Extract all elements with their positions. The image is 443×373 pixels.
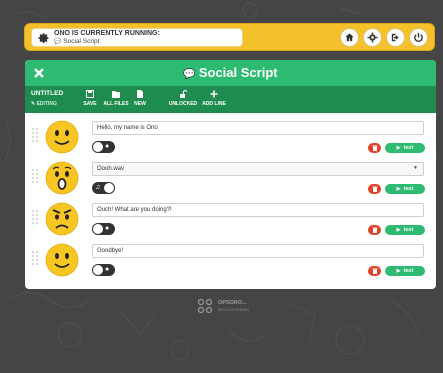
play-icon: ▶ <box>396 186 401 192</box>
folder-icon <box>112 91 120 98</box>
running-script-name: 💬 Social Script <box>54 38 99 45</box>
speech-sound-toggle[interactable]: ● <box>92 141 115 153</box>
page-title-text: Social Script <box>198 65 278 80</box>
logout-button[interactable] <box>386 28 405 47</box>
unlocked-icon <box>180 90 187 98</box>
test-line-button[interactable]: ▶ test <box>385 184 425 194</box>
speech-sound-toggle[interactable]: ● <box>92 264 115 276</box>
unlocked-label: UNLOCKED <box>168 101 198 107</box>
editing-indicator: ✎ EDITING <box>31 101 57 107</box>
delete-line-button[interactable] <box>368 266 381 276</box>
plus-icon <box>210 90 218 98</box>
happy-face-icon[interactable] <box>45 120 79 154</box>
test-label: test <box>403 145 414 151</box>
save-button[interactable]: SAVE <box>82 90 98 107</box>
test-label: test <box>403 227 414 233</box>
play-icon: ▶ <box>396 227 401 233</box>
running-script-label: Social Script <box>63 38 100 45</box>
unlocked-button[interactable]: UNLOCKED <box>168 90 198 107</box>
angry-face-icon[interactable] <box>45 202 79 236</box>
delete-line-button[interactable] <box>368 143 381 153</box>
happy-face-icon[interactable] <box>45 243 79 277</box>
toggle-knob <box>104 183 114 193</box>
drag-handle-icon[interactable] <box>31 168 39 186</box>
delete-line-button[interactable] <box>368 184 381 194</box>
add-line-button[interactable]: ADD LINE <box>202 90 226 107</box>
power-button[interactable] <box>409 28 428 47</box>
new-file-icon <box>137 90 143 98</box>
toggle-knob <box>93 224 103 234</box>
panel-header: 💬 Social Script <box>25 60 436 86</box>
trash-icon <box>372 227 377 233</box>
running-script-indicator[interactable]: ONO IS CURRENTLY RUNNING: 💬 Social Scrip… <box>31 28 243 47</box>
page-title: 💬 Social Script <box>25 65 436 80</box>
new-button[interactable]: NEW <box>133 90 147 107</box>
test-line-button[interactable]: ▶ test <box>385 266 425 276</box>
editing-label: EDITING <box>36 101 57 107</box>
status-bar: ONO IS CURRENTLY RUNNING: 💬 Social Scrip… <box>24 23 435 51</box>
opsoro-logo-icon <box>197 298 213 314</box>
line-text-input[interactable]: Goodbye! <box>92 244 424 258</box>
save-label: SAVE <box>83 101 97 107</box>
speech-bubble-icon: ● <box>105 266 110 273</box>
speech-bubble-icon: ● <box>105 225 110 232</box>
settings-button[interactable] <box>363 28 382 47</box>
play-icon: ▶ <box>396 268 401 274</box>
home-button[interactable] <box>340 28 359 47</box>
music-note-icon: ♫ <box>95 184 101 191</box>
speech-bubble-icon: 💬 <box>183 69 196 80</box>
logout-icon <box>391 33 399 42</box>
speech-sound-toggle[interactable]: ● <box>92 223 115 235</box>
line-text-input[interactable]: Ouch! What are you doing?! <box>92 203 424 217</box>
speech-bubble-icon: 💬 <box>54 39 62 45</box>
social-script-panel: 💬 Social Script UNTITLED ✎ EDITING SAVE A… <box>25 60 436 289</box>
test-label: test <box>403 268 414 274</box>
speech-bubble-icon: ● <box>105 143 110 150</box>
trash-icon <box>372 268 377 274</box>
drag-handle-icon[interactable] <box>31 209 39 227</box>
drag-handle-icon[interactable] <box>31 250 39 268</box>
test-label: test <box>403 186 414 192</box>
running-title: ONO IS CURRENTLY RUNNING: <box>54 30 160 37</box>
home-icon <box>345 33 354 42</box>
script-line: Hello, my name is Ono ● ▶ test <box>29 118 432 157</box>
trash-icon <box>372 186 377 192</box>
opsoro-logo: OPSORO... BUILD A FRIEND <box>197 296 257 318</box>
sound-file-value: Oooh.wav <box>97 166 125 172</box>
toggle-knob <box>93 142 103 152</box>
speech-sound-toggle[interactable]: ♫ <box>92 182 115 194</box>
script-line: Oooh.wav ▼ ♫ ▶ test <box>29 159 432 198</box>
trash-icon <box>372 145 377 151</box>
sound-file-select[interactable]: Oooh.wav ▼ <box>92 162 424 176</box>
toolbar: UNTITLED ✎ EDITING SAVE ALL FILES NEW UN… <box>25 86 436 113</box>
toggle-knob <box>93 265 103 275</box>
test-line-button[interactable]: ▶ test <box>385 143 425 153</box>
gear-icon <box>367 32 378 43</box>
gear-icon <box>38 33 49 44</box>
script-line: Ouch! What are you doing?! ● ▶ test <box>29 200 432 239</box>
line-text-input[interactable]: Hello, my name is Ono <box>92 121 424 135</box>
all-files-button[interactable]: ALL FILES <box>103 90 129 107</box>
script-line: Goodbye! ● ▶ test <box>29 241 432 280</box>
drag-handle-icon[interactable] <box>31 127 39 145</box>
document-name: UNTITLED <box>31 90 64 97</box>
surprised-face-icon[interactable] <box>45 161 79 195</box>
power-icon <box>414 32 423 42</box>
test-line-button[interactable]: ▶ test <box>385 225 425 235</box>
brand-tagline: BUILD A FRIEND <box>218 307 250 312</box>
play-icon: ▶ <box>396 145 401 151</box>
all-files-label: ALL FILES <box>103 101 129 107</box>
add-line-label: ADD LINE <box>202 101 226 107</box>
save-icon <box>86 90 94 98</box>
brand-name: OPSORO... <box>218 300 247 306</box>
new-label: NEW <box>134 101 146 107</box>
delete-line-button[interactable] <box>368 225 381 235</box>
chevron-down-icon: ▼ <box>413 165 418 171</box>
